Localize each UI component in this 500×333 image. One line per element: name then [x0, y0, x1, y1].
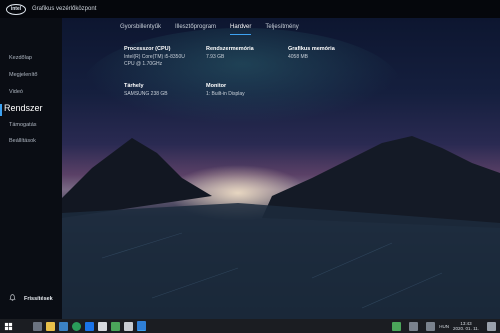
sidebar-item-settings[interactable]: Beállítások: [9, 138, 36, 144]
excel-icon[interactable]: [111, 321, 120, 331]
tab-bar: Gyorsbillentyűk Illesztőprogram Hardver …: [120, 24, 313, 35]
cpu-value-line1: Intel(R) Core(TM) i5-8350U: [124, 54, 185, 60]
word-icon[interactable]: [59, 321, 68, 331]
intel-logo: intel: [6, 3, 26, 15]
sidebar-item-support[interactable]: Támogatás: [9, 122, 37, 128]
tray-app-icon[interactable]: [392, 321, 402, 331]
app-title: Grafikus vezérlőközpont: [32, 6, 97, 12]
intel-graphics-taskbar-icon[interactable]: [137, 321, 146, 331]
windows-start-icon[interactable]: [4, 322, 13, 331]
memory-value: 7.93 GB: [206, 54, 225, 60]
tab-driver[interactable]: Illesztőprogram: [175, 24, 216, 35]
chrome-icon[interactable]: [72, 321, 81, 331]
edge-icon[interactable]: [85, 321, 94, 331]
memory-info: Rendszermemória 7.93 GB: [206, 46, 254, 61]
bell-icon[interactable]: [9, 294, 16, 301]
storage-value: SAMSUNG 238 GB: [124, 91, 168, 97]
notification-icon[interactable]: [487, 321, 496, 331]
storage-label: Tárhely: [124, 83, 144, 89]
clock[interactable]: 13:43 2020. 01. 11.: [453, 321, 479, 331]
search-taskbar-icon[interactable]: [33, 321, 42, 331]
system-tray: HUN 13:43 2020. 01. 11.: [388, 319, 496, 333]
gpu-memory-info: Grafikus memória 4058 MB: [288, 46, 335, 61]
sidebar-item-home[interactable]: Kezdőlap: [9, 55, 32, 61]
updates-label[interactable]: Frissítések: [24, 296, 53, 302]
storage-info: Tárhely SAMSUNG 238 GB: [124, 83, 168, 98]
volume-icon[interactable]: [426, 321, 436, 331]
active-indicator: [0, 104, 2, 116]
main-content: Gyorsbillentyűk Illesztőprogram Hardver …: [62, 18, 500, 319]
tab-shortcuts[interactable]: Gyorsbillentyűk: [120, 24, 161, 35]
monitor-value: 1: Built-in Display: [206, 91, 245, 97]
sidebar-item-system[interactable]: Rendszer: [4, 103, 43, 113]
cpu-label: Processzor (CPU): [124, 46, 171, 52]
cpu-info: Processzor (CPU) Intel(R) Core(TM) i5-83…: [124, 46, 185, 68]
monitor-label: Monitor: [206, 83, 227, 89]
gpu-memory-value: 4058 MB: [288, 54, 309, 60]
sidebar-item-video[interactable]: Videó: [9, 89, 23, 95]
tab-hardware[interactable]: Hardver: [230, 24, 252, 35]
wifi-icon[interactable]: [409, 321, 419, 331]
memory-label: Rendszermemória: [206, 46, 254, 52]
cpu-value-line2: CPU @ 1.70GHz: [124, 61, 163, 67]
title-bar: intel Grafikus vezérlőközpont: [0, 0, 500, 18]
taskbar: HUN 13:43 2020. 01. 11.: [0, 319, 500, 333]
clock-date: 2020. 01. 11.: [453, 326, 479, 331]
gpu-memory-label: Grafikus memória: [288, 46, 335, 52]
monitor-info: Monitor 1: Built-in Display: [206, 83, 245, 98]
sidebar: Kezdőlap Megjelenítő Videó Rendszer Támo…: [0, 18, 62, 319]
settings-taskbar-icon[interactable]: [124, 321, 133, 331]
store-icon[interactable]: [98, 321, 107, 331]
file-explorer-icon[interactable]: [46, 321, 55, 331]
language-indicator[interactable]: HUN: [439, 324, 449, 329]
sidebar-item-display[interactable]: Megjelenítő: [9, 72, 37, 78]
tab-performance[interactable]: Teljesítmény: [265, 24, 298, 35]
